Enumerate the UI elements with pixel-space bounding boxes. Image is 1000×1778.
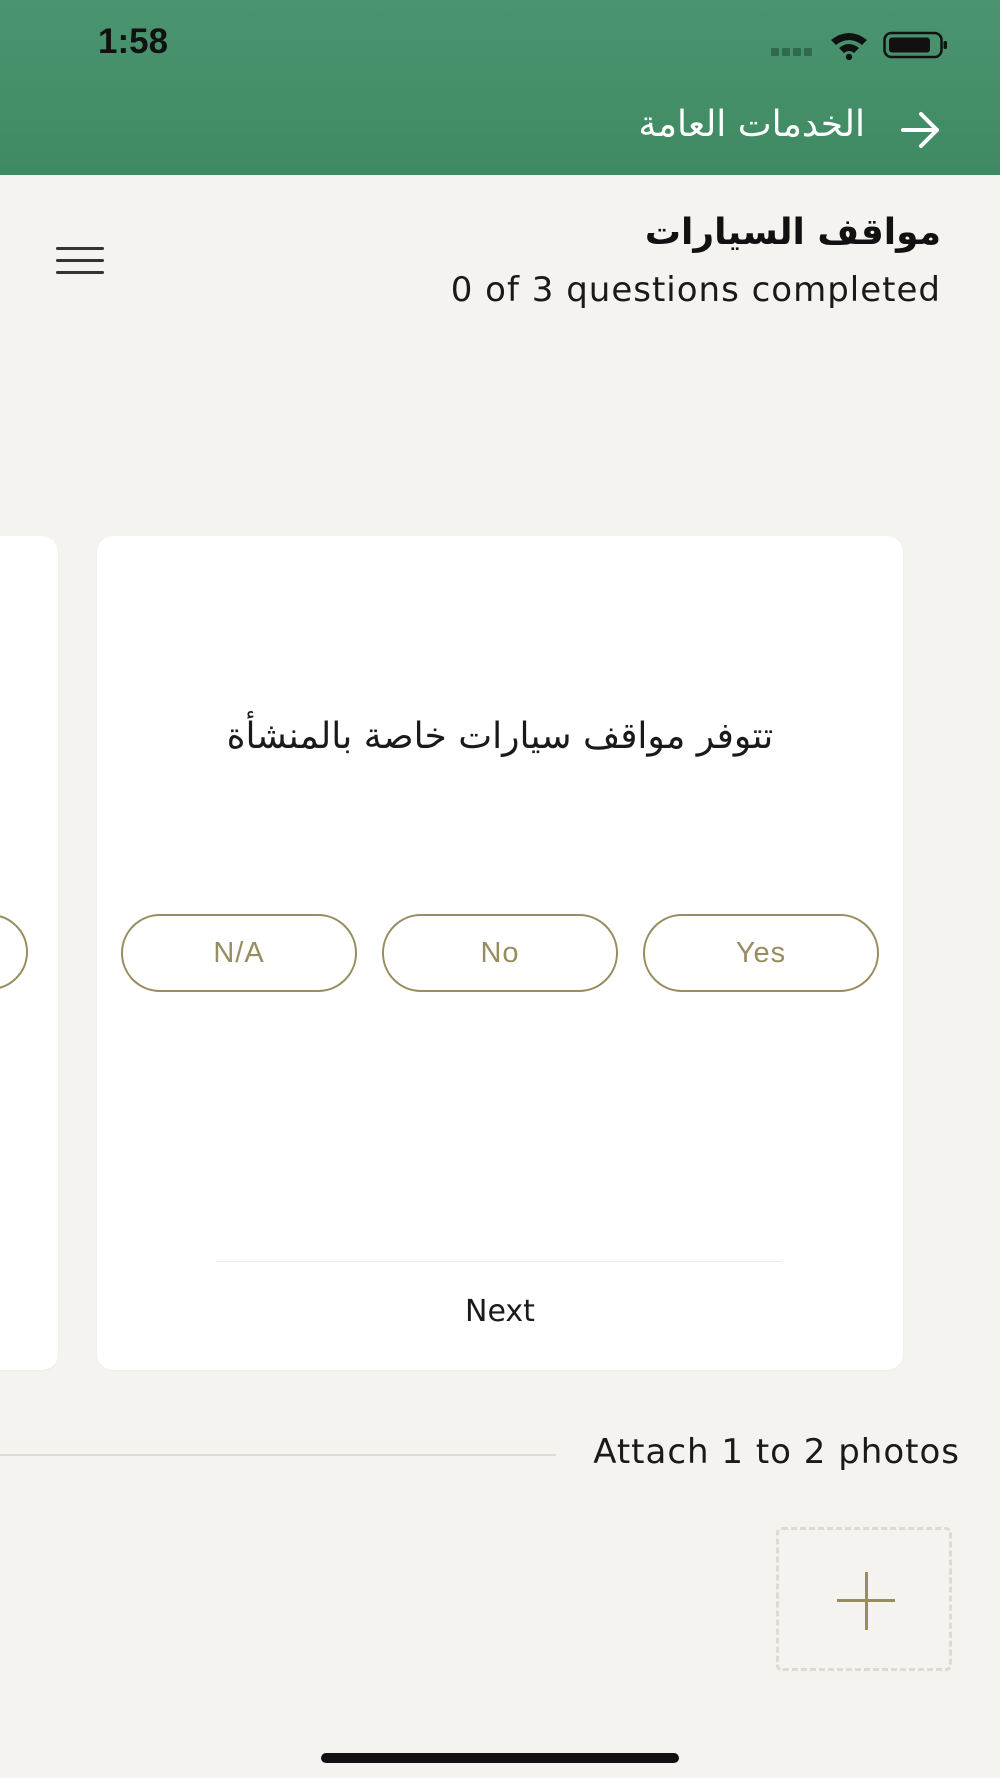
hamburger-icon[interactable]	[56, 245, 108, 277]
battery-icon	[883, 31, 947, 59]
card-divider	[217, 1261, 782, 1262]
attach-photos-label: Attach 1 to 2 photos	[593, 1432, 960, 1472]
app-header: 1:58 الخدمات العامة	[0, 0, 1000, 175]
arrow-right-icon[interactable]	[899, 108, 943, 152]
attach-divider	[0, 1454, 556, 1456]
answer-na-button[interactable]: N/A	[121, 914, 357, 992]
cellular-signal-icon	[771, 48, 812, 56]
progress-text: 0 of 3 questions completed	[450, 270, 941, 310]
status-time: 1:58	[98, 22, 169, 61]
header-title: الخدمات العامة	[638, 104, 865, 145]
answer-no-button[interactable]: No	[382, 914, 618, 992]
add-photo-button[interactable]	[776, 1527, 952, 1671]
next-button[interactable]: Next	[97, 1294, 903, 1329]
question-card: تتوفر مواقف سيارات خاصة بالمنشأة N/A No …	[97, 536, 903, 1370]
wifi-icon	[831, 33, 867, 60]
answer-yes-button[interactable]: Yes	[643, 914, 879, 992]
question-text: تتوفر مواقف سيارات خاصة بالمنشأة	[226, 716, 774, 757]
home-indicator[interactable]	[321, 1753, 679, 1763]
previous-question-card[interactable]	[0, 536, 58, 1370]
section-title: مواقف السيارات	[644, 212, 941, 253]
answer-pill-peek	[0, 914, 28, 990]
